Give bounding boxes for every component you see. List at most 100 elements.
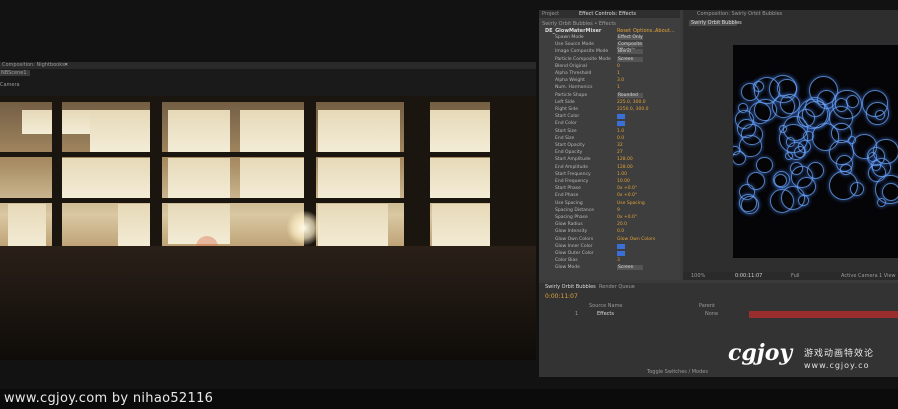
property-value[interactable]: 32 (617, 143, 623, 149)
effect-property-row[interactable]: Start Phase 0x +0.0° (539, 186, 680, 192)
close-icon[interactable]: ✕ (64, 62, 68, 68)
effect-property-row[interactable]: End Phase 0x +0.0° (539, 193, 680, 199)
effect-property-row[interactable]: End Opacity 27 (539, 150, 680, 156)
effect-property-row[interactable]: Glow Intensity 0.0 (539, 229, 680, 235)
effect-controls-tabbar: Project Effect Controls: Effects (539, 10, 680, 18)
effect-property-row[interactable]: Spacing Distance 9 (539, 208, 680, 214)
effect-property-row[interactable]: End Amplitude 128.00 (539, 165, 680, 171)
view-select[interactable]: 1 View (879, 273, 896, 279)
property-value[interactable]: 1.00 (617, 172, 627, 178)
effect-property-row[interactable]: Num. Harmonics 1 (539, 85, 680, 91)
color-swatch[interactable] (617, 243, 625, 249)
property-label: Start Frequency (555, 171, 591, 177)
effect-property-row[interactable]: Glow Inner Color (539, 243, 680, 250)
property-value[interactable]: 3.0 (617, 78, 624, 84)
effect-property-row[interactable]: Alpha Threshold 1 (539, 71, 680, 77)
color-swatch[interactable] (617, 121, 625, 127)
property-label: Image Composite Mode (555, 49, 609, 55)
property-value[interactable]: 0.0 (617, 229, 624, 235)
bubble-particle (740, 123, 763, 146)
options-link[interactable]: Options... (633, 28, 657, 34)
effect-property-row[interactable]: Particle Composite Mode Screen (539, 56, 680, 63)
property-dropdown[interactable]: Rounded (617, 92, 643, 98)
effect-property-row[interactable]: Start Color (539, 114, 680, 120)
property-value[interactable]: 0x +0.0° (617, 186, 637, 192)
property-value[interactable]: 225.0, 300.0 (617, 100, 646, 106)
layer-duration-bar[interactable] (749, 311, 898, 318)
effect-property-row[interactable]: Alpha Weight 3.0 (539, 78, 680, 84)
property-value[interactable]: 1 (617, 85, 620, 91)
property-value[interactable]: 10.00 (617, 179, 630, 185)
effect-property-row[interactable]: Use Spacing Use Spacing (539, 201, 680, 207)
reset-link[interactable]: Reset (617, 28, 631, 34)
effect-property-row[interactable]: End Size 0.0 (539, 136, 680, 142)
effect-property-row[interactable]: Particle Shape Rounded (539, 92, 680, 99)
tab-effect-controls[interactable]: Effect Controls: Effects (579, 11, 636, 17)
property-value[interactable]: 0.0 (617, 136, 624, 142)
property-value[interactable]: 1 (617, 71, 620, 77)
property-label: Glow Inner Color (555, 243, 593, 249)
property-dropdown[interactable]: Blend (617, 49, 643, 55)
cgjoy-logo: cgjoy (728, 340, 793, 366)
property-label: Right Side (555, 107, 579, 112)
effect-property-row[interactable]: Spawn Mode Effect Only (539, 35, 680, 41)
effect-property-row[interactable]: Image Composite Mode Blend (539, 49, 680, 55)
effect-property-row[interactable]: Start Opacity 32 (539, 143, 680, 149)
zoom-level[interactable]: 100% (691, 273, 705, 279)
effect-property-row[interactable]: Use Source Mode Composite Effect In (539, 42, 680, 53)
bubble-particle (873, 138, 898, 165)
effect-property-row[interactable]: End Color (539, 121, 680, 127)
left-panel-tab[interactable]: NBScene1 (0, 70, 30, 76)
window-frame-top (0, 96, 536, 102)
layer-name[interactable]: Effects (597, 311, 614, 317)
effect-property-row[interactable]: Right Side 2250.0, 300.0 (539, 107, 680, 113)
camera-select[interactable]: Active Camera (841, 273, 878, 279)
color-swatch[interactable] (617, 114, 625, 120)
resolution-select[interactable]: Full (791, 273, 800, 279)
effect-property-row[interactable]: Glow Outer Color (539, 251, 680, 257)
effect-property-row[interactable]: Start Frequency 1.00 (539, 172, 680, 178)
bubble-effect-preview[interactable] (733, 45, 898, 258)
effect-property-row[interactable]: End Frequency 10.00 (539, 179, 680, 185)
property-value[interactable]: 27 (617, 150, 623, 156)
property-dropdown[interactable]: Screen (617, 56, 643, 62)
current-time[interactable]: 0:00:11:07 (735, 273, 762, 279)
property-value[interactable]: 3 (617, 258, 620, 264)
parent-select[interactable]: None (705, 311, 718, 317)
property-value[interactable]: 20.0 (617, 222, 627, 228)
property-value[interactable]: 0 (617, 64, 620, 70)
property-value[interactable]: 0x +0.0° (617, 193, 637, 199)
property-value[interactable]: 0x +0.0° (617, 215, 637, 221)
about-link[interactable]: About... (655, 28, 675, 34)
effect-property-row[interactable]: Blend Original 0 (539, 64, 680, 70)
property-value[interactable]: Glow Own Colors (617, 237, 655, 243)
effect-property-row[interactable]: Color Bias 3 (539, 258, 680, 264)
toggle-switches-button[interactable]: Toggle Switches / Modes (647, 369, 708, 375)
effect-property-row[interactable]: Glow Radius 20.0 (539, 222, 680, 228)
tab-swirly-orbit-bubbles[interactable]: Swirly Orbit Bubbles (689, 20, 742, 26)
timeline-tab[interactable]: Swirly Orbit Bubbles (545, 284, 596, 290)
effect-property-row[interactable]: Start Amplitude 128.00 (539, 157, 680, 163)
property-dropdown[interactable]: Screen (617, 265, 643, 271)
color-swatch[interactable] (617, 251, 625, 256)
left-panel-title: Composition: Nightbooks (2, 62, 65, 68)
property-value[interactable]: 1.0 (617, 129, 624, 135)
property-label: Alpha Weight (555, 78, 585, 84)
effect-property-row[interactable]: Spacing Phase 0x +0.0° (539, 215, 680, 221)
effect-property-row[interactable]: Glow Mode Screen (539, 265, 680, 271)
property-value[interactable]: 128.00 (617, 165, 633, 171)
effect-property-row[interactable]: Left Side 225.0, 300.0 (539, 100, 680, 106)
property-value[interactable]: Use Spacing (617, 201, 645, 207)
property-value[interactable]: 2250.0, 300.0 (617, 107, 649, 113)
composition-viewer[interactable] (0, 96, 536, 360)
timeline-timecode[interactable]: 0:00:11:07 (545, 293, 578, 300)
property-value[interactable]: 128.00 (617, 157, 633, 163)
bubble-particle (868, 163, 886, 182)
effect-property-row[interactable]: Glow Own Colors Glow Own Colors (539, 237, 680, 243)
effect-property-row[interactable]: Start Size 1.0 (539, 129, 680, 135)
property-dropdown[interactable]: Composite Effect In (617, 42, 643, 53)
property-value[interactable]: 9 (617, 208, 620, 214)
render-queue-tab[interactable]: Render Queue (599, 284, 635, 290)
property-dropdown[interactable]: Effect Only (617, 35, 643, 40)
tab-project[interactable]: Project (542, 11, 559, 17)
